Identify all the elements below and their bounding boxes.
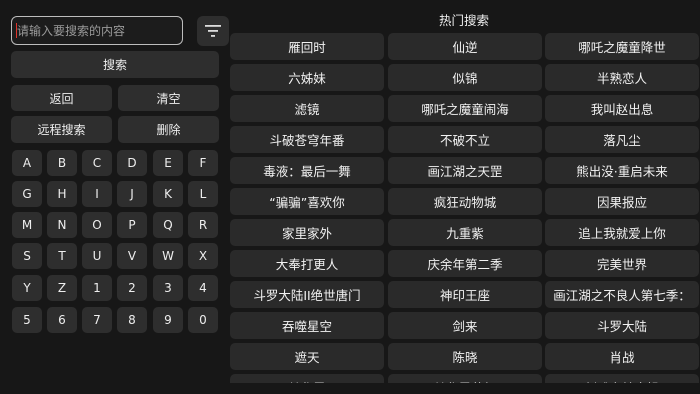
hot-search-item[interactable]: 不破不立 xyxy=(388,126,542,153)
search-button[interactable]: 搜索 xyxy=(11,51,219,78)
hot-search-item[interactable]: 斗罗大陆II绝世唐门 xyxy=(230,281,384,308)
key-v[interactable]: V xyxy=(117,243,147,269)
key-s[interactable]: S xyxy=(12,243,42,269)
key-w[interactable]: W xyxy=(153,243,183,269)
hot-search-item[interactable]: 毒液：最后一舞 xyxy=(230,157,384,184)
hot-search-item[interactable]: 画江湖之天罡 xyxy=(388,157,542,184)
hot-search-item[interactable]: 斗破苍穹年番 xyxy=(230,126,384,153)
key-2[interactable]: 2 xyxy=(117,275,147,301)
key-4[interactable]: 4 xyxy=(188,275,218,301)
hot-search-item[interactable]: 庆余年第二季 xyxy=(388,250,542,277)
hot-search-item[interactable]: 肖战 xyxy=(545,343,699,370)
key-h[interactable]: H xyxy=(47,181,77,207)
hot-search-item[interactable]: 刘雅安健身操 xyxy=(545,374,699,383)
hot-search-item[interactable]: 斗罗大陆 xyxy=(545,312,699,339)
hot-search-item[interactable]: 神印王座 xyxy=(388,281,542,308)
hot-search-item[interactable]: 遮天 xyxy=(230,343,384,370)
clear-button[interactable]: 清空 xyxy=(118,85,219,111)
hot-search-item[interactable]: 陈晓 xyxy=(388,343,542,370)
search-screen: 搜索 返回 清空 远程搜索 删除 ABCDEF GHIJKL MNOPQR STUVW… xyxy=(0,0,700,394)
filter-icon xyxy=(205,25,221,37)
hot-search-grid: 雁回时 仙逆 哪吒之魔童降世六姊妹 似锦 半熟恋人滤镜 哪吒之魔童闹海 我叫赵出息斗破苍穹年… xyxy=(230,33,700,383)
search-input[interactable] xyxy=(11,16,183,45)
key-l[interactable]: L xyxy=(188,181,218,207)
key-t[interactable]: T xyxy=(47,243,77,269)
key-3[interactable]: 3 xyxy=(153,275,183,301)
key-5[interactable]: 5 xyxy=(12,307,42,333)
key-6[interactable]: 6 xyxy=(47,307,77,333)
hot-search-item[interactable]: 仙逆 xyxy=(388,33,542,60)
text-cursor xyxy=(16,23,17,38)
key-d[interactable]: D xyxy=(117,150,147,176)
key-j[interactable]: J xyxy=(117,181,147,207)
key-7[interactable]: 7 xyxy=(82,307,112,333)
filter-button[interactable] xyxy=(197,16,229,46)
hot-search-item[interactable]: 因果报应 xyxy=(545,188,699,215)
key-y[interactable]: Y xyxy=(12,275,42,301)
key-1[interactable]: 1 xyxy=(82,275,112,301)
key-u[interactable]: U xyxy=(82,243,112,269)
hot-search-title: 热门搜索 xyxy=(438,13,489,28)
search-bar xyxy=(11,16,229,46)
hot-search-item[interactable]: 落凡尘 xyxy=(545,126,699,153)
key-c[interactable]: C xyxy=(82,150,112,176)
remote-search-button[interactable]: 远程搜索 xyxy=(11,116,112,143)
key-0[interactable]: 0 xyxy=(188,307,218,333)
key-e[interactable]: E xyxy=(153,150,183,176)
key-b[interactable]: B xyxy=(47,150,77,176)
delete-button[interactable]: 删除 xyxy=(118,116,219,143)
hot-search-item[interactable]: 六姊妹 xyxy=(230,64,384,91)
hot-search-item[interactable]: 剑来 xyxy=(388,312,542,339)
key-o[interactable]: O xyxy=(82,212,112,238)
hot-search-item[interactable]: 画江湖之不良人第七季： xyxy=(545,281,699,308)
hot-search-item[interactable]: 熊出没·重启未来 xyxy=(545,157,699,184)
hot-search-item[interactable]: 吞噬星空 xyxy=(230,312,384,339)
key-z[interactable]: Z xyxy=(47,275,77,301)
hot-search-item[interactable]: 追上我就爱上你 xyxy=(545,219,699,246)
hot-search-item[interactable]: 疯狂动物城 xyxy=(388,188,542,215)
hot-search-item[interactable]: 大奉打更人 xyxy=(230,250,384,277)
hot-search-item[interactable]: 滤镜 xyxy=(230,95,384,122)
key-r[interactable]: R xyxy=(188,212,218,238)
key-m[interactable]: M xyxy=(12,212,42,238)
key-f[interactable]: F xyxy=(188,150,218,176)
key-g[interactable]: G xyxy=(12,181,42,207)
key-8[interactable]: 8 xyxy=(117,307,147,333)
hot-search-item[interactable]: “骗骗”喜欢你 xyxy=(230,188,384,215)
hot-search-item[interactable]: 九重紫 xyxy=(388,219,542,246)
hot-search-item[interactable]: 赫华灵 xyxy=(230,374,384,383)
key-k[interactable]: K xyxy=(153,181,183,207)
key-x[interactable]: X xyxy=(188,243,218,269)
hot-search-item[interactable]: 似锦 xyxy=(388,64,542,91)
hot-search-item[interactable]: 我叫赵出息 xyxy=(545,95,699,122)
hot-search-item[interactable]: 完美世界 xyxy=(545,250,699,277)
key-p[interactable]: P xyxy=(117,212,147,238)
hot-search-item[interactable]: 家里家外 xyxy=(230,219,384,246)
key-9[interactable]: 9 xyxy=(153,307,183,333)
hot-search-item[interactable]: 雁回时 xyxy=(230,33,384,60)
key-a[interactable]: A xyxy=(12,150,42,176)
hot-search-item[interactable]: 哪吒之魔童降世 xyxy=(545,33,699,60)
key-q[interactable]: Q xyxy=(153,212,183,238)
hot-search-item[interactable]: 赫华灵荇架 xyxy=(388,374,542,383)
hot-search-item[interactable]: 哪吒之魔童闹海 xyxy=(388,95,542,122)
key-i[interactable]: I xyxy=(82,181,112,207)
back-button[interactable]: 返回 xyxy=(11,85,112,111)
hot-search-item[interactable]: 半熟恋人 xyxy=(545,64,699,91)
key-n[interactable]: N xyxy=(47,212,77,238)
